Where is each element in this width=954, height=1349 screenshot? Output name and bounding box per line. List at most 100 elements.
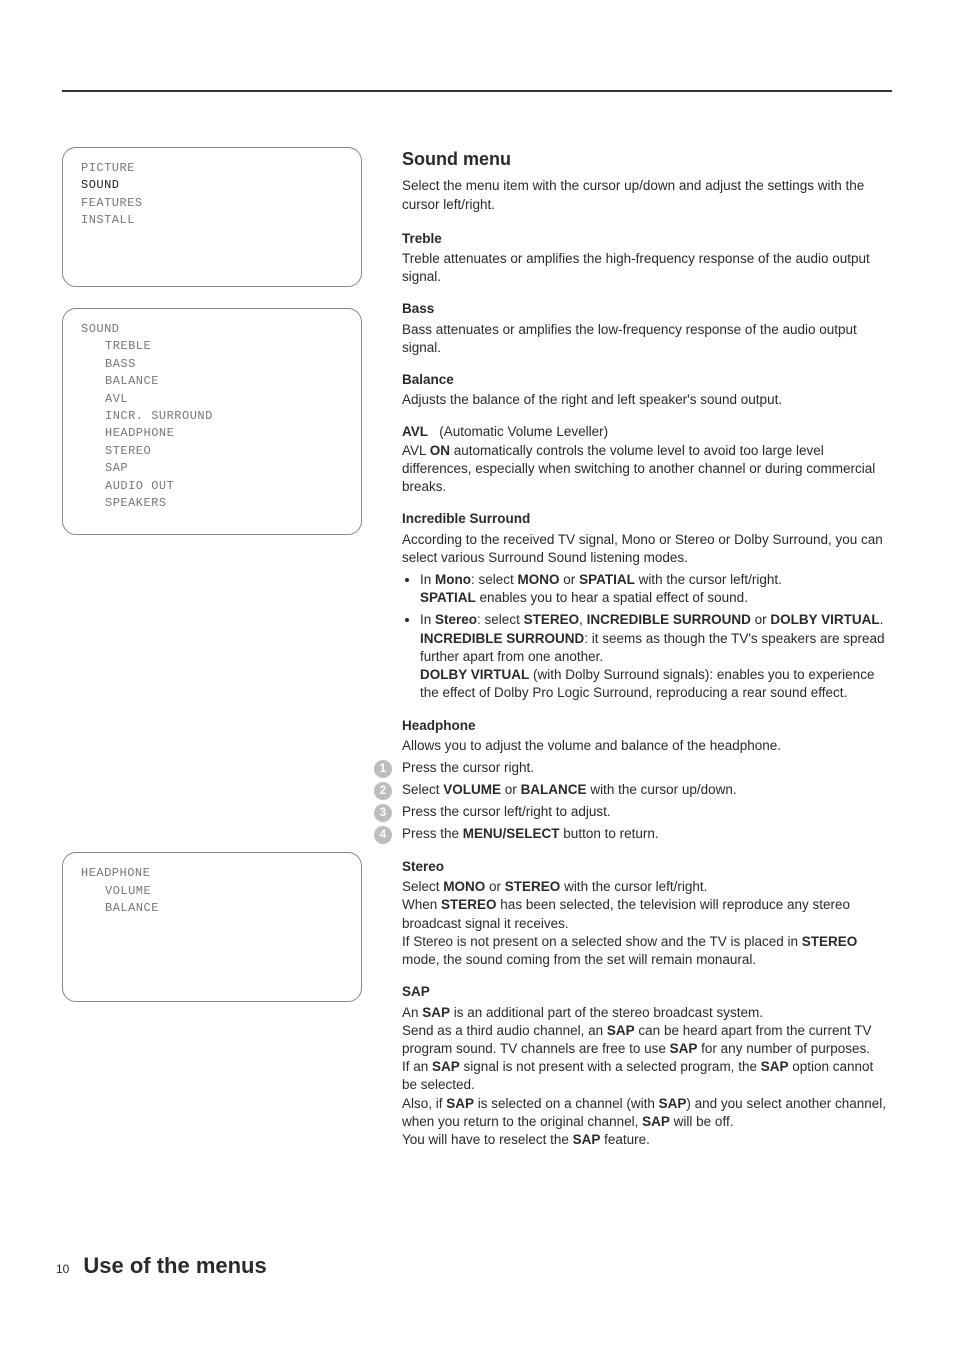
t: BALANCE bbox=[521, 782, 587, 797]
avl-head-line: AVL (Automatic Volume Leveller) bbox=[402, 423, 892, 441]
step-3: 3 Press the cursor left/right to adjust. bbox=[374, 803, 892, 822]
treble-head: Treble bbox=[402, 230, 892, 248]
balance-body: Adjusts the balance of the right and lef… bbox=[402, 391, 892, 409]
top-divider bbox=[62, 90, 892, 92]
stereo-body: Select MONO or STEREO with the cursor le… bbox=[402, 878, 892, 969]
t: or bbox=[751, 612, 771, 627]
step-1-text: Press the cursor right. bbox=[402, 759, 892, 778]
t: SAP bbox=[642, 1114, 670, 1129]
stereo-head: Stereo bbox=[402, 858, 892, 876]
t: SAP bbox=[422, 1005, 450, 1020]
t: Select bbox=[402, 782, 443, 797]
headphone-head: Headphone bbox=[402, 717, 892, 735]
t: SAP bbox=[573, 1132, 601, 1147]
step-4: 4 Press the MENU/SELECT button to return… bbox=[374, 825, 892, 844]
headphone-submenu-title: HEADPHONE bbox=[81, 865, 343, 882]
t: Send as a third audio channel, an bbox=[402, 1023, 607, 1038]
menu-item-features: FEATURES bbox=[81, 195, 343, 212]
t: or bbox=[485, 879, 505, 894]
t: SPATIAL bbox=[420, 590, 476, 605]
sound-item-speakers: SPEAKERS bbox=[105, 495, 343, 512]
headphone-block: Headphone Allows you to adjust the volum… bbox=[402, 717, 892, 844]
t: SAP bbox=[446, 1096, 474, 1111]
t: is selected on a channel (with bbox=[474, 1096, 659, 1111]
t: SAP bbox=[659, 1096, 687, 1111]
headphone-submenu-card: HEADPHONE VOLUME BALANCE bbox=[62, 852, 362, 1002]
t: button to return. bbox=[560, 826, 659, 841]
sound-submenu-title: SOUND bbox=[81, 321, 343, 338]
footer-title: Use of the menus bbox=[83, 1253, 266, 1279]
sound-item-headphone: HEADPHONE bbox=[105, 425, 343, 442]
t: Stereo bbox=[435, 612, 477, 627]
sap-body: An SAP is an additional part of the ster… bbox=[402, 1004, 892, 1150]
t: Mono bbox=[435, 572, 471, 587]
t: : select bbox=[477, 612, 524, 627]
t: INCREDIBLE SURROUND bbox=[420, 631, 584, 646]
sound-submenu-card: SOUND TREBLE BASS BALANCE AVL INCR. SURR… bbox=[62, 308, 362, 535]
step-number-icon: 4 bbox=[374, 826, 392, 844]
t: SAP bbox=[670, 1041, 698, 1056]
menu-item-sound: SOUND bbox=[81, 177, 343, 194]
t: An bbox=[402, 1005, 422, 1020]
left-column: PICTURE SOUND FEATURES INSTALL SOUND TRE… bbox=[62, 147, 362, 1163]
t: If an bbox=[402, 1059, 432, 1074]
step-number-icon: 3 bbox=[374, 804, 392, 822]
step-number-icon: 2 bbox=[374, 782, 392, 800]
t: SAP bbox=[432, 1059, 460, 1074]
page-number: 10 bbox=[56, 1262, 69, 1276]
t: with the cursor up/down. bbox=[587, 782, 737, 797]
t: INCREDIBLE SURROUND bbox=[587, 612, 751, 627]
t: Press the bbox=[402, 826, 463, 841]
sound-item-treble: TREBLE bbox=[105, 338, 343, 355]
section-title: Sound menu bbox=[402, 147, 892, 171]
t: SAP bbox=[761, 1059, 789, 1074]
avl-body-b: ON bbox=[430, 443, 450, 458]
avl-head: AVL bbox=[402, 424, 428, 439]
sound-item-avl: AVL bbox=[105, 391, 343, 408]
page-footer: 10 Use of the menus bbox=[62, 1253, 892, 1279]
avl-block: AVL (Automatic Volume Leveller) AVL ON a… bbox=[402, 423, 892, 496]
t: You will have to reselect the bbox=[402, 1132, 573, 1147]
t: Also, if bbox=[402, 1096, 446, 1111]
t: STEREO bbox=[441, 897, 497, 912]
balance-block: Balance Adjusts the balance of the right… bbox=[402, 371, 892, 409]
treble-body: Treble attenuates or amplifies the high-… bbox=[402, 250, 892, 286]
headphone-item-volume: VOLUME bbox=[105, 883, 343, 900]
t: with the cursor left/right. bbox=[635, 572, 782, 587]
t: STEREO bbox=[802, 934, 858, 949]
stereo-block: Stereo Select MONO or STEREO with the cu… bbox=[402, 858, 892, 969]
t: If Stereo is not present on a selected s… bbox=[402, 934, 802, 949]
headphone-item-balance: BALANCE bbox=[105, 900, 343, 917]
t: with the cursor left/right. bbox=[560, 879, 707, 894]
t: enables you to hear a spatial effect of … bbox=[476, 590, 748, 605]
bass-head: Bass bbox=[402, 300, 892, 318]
sound-item-sap: SAP bbox=[105, 460, 343, 477]
headphone-body: Allows you to adjust the volume and bala… bbox=[402, 737, 892, 755]
sound-item-audio-out: AUDIO OUT bbox=[105, 478, 343, 495]
t: , bbox=[579, 612, 587, 627]
t: STEREO bbox=[524, 612, 580, 627]
t: DOLBY VIRTUAL bbox=[420, 667, 529, 682]
incr-body: According to the received TV signal, Mon… bbox=[402, 531, 892, 567]
step-number-icon: 1 bbox=[374, 760, 392, 778]
treble-block: Treble Treble attenuates or amplifies th… bbox=[402, 230, 892, 287]
sound-item-incr-surround: INCR. SURROUND bbox=[105, 408, 343, 425]
avl-body: AVL ON automatically controls the volume… bbox=[402, 442, 892, 497]
bass-block: Bass Bass attenuates or amplifies the lo… bbox=[402, 300, 892, 357]
t: mode, the sound coming from the set will… bbox=[402, 952, 756, 967]
t: In bbox=[420, 572, 435, 587]
intro-text: Select the menu item with the cursor up/… bbox=[402, 177, 892, 213]
sound-item-bass: BASS bbox=[105, 356, 343, 373]
incr-bullet-stereo: In Stereo: select STEREO, INCREDIBLE SUR… bbox=[420, 611, 892, 702]
t: signal is not present with a selected pr… bbox=[460, 1059, 761, 1074]
t: feature. bbox=[600, 1132, 650, 1147]
t: DOLBY VIRTUAL bbox=[770, 612, 879, 627]
t: In bbox=[420, 612, 435, 627]
t: or bbox=[501, 782, 521, 797]
t: or bbox=[560, 572, 580, 587]
sap-head: SAP bbox=[402, 983, 892, 1001]
bass-body: Bass attenuates or amplifies the low-fre… bbox=[402, 321, 892, 357]
step-2-text: Select VOLUME or BALANCE with the cursor… bbox=[402, 781, 892, 800]
main-menu-card: PICTURE SOUND FEATURES INSTALL bbox=[62, 147, 362, 287]
t: MONO bbox=[443, 879, 485, 894]
